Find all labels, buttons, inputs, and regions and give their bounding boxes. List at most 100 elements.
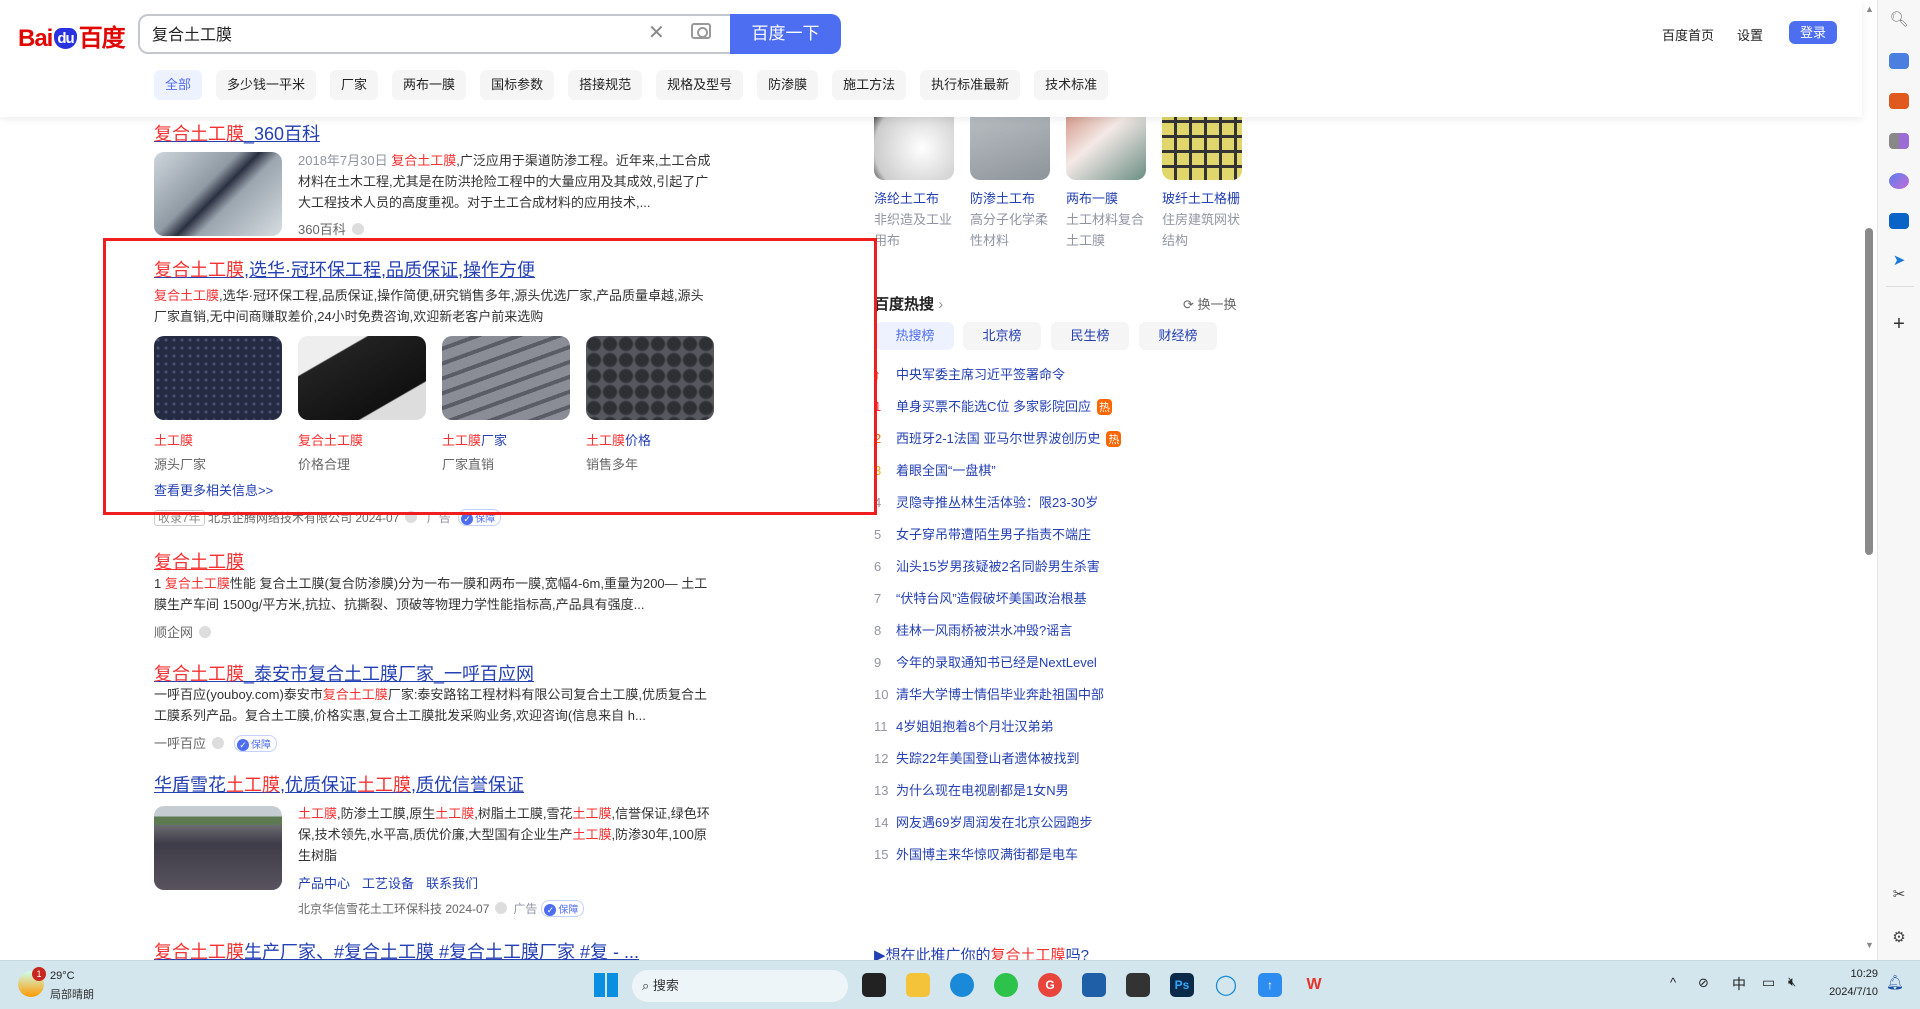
add-icon[interactable]: + <box>1889 314 1909 334</box>
tab-hot[interactable]: 热搜榜 <box>876 322 954 350</box>
hot-list-item[interactable]: 9 今年的录取通知书已经是NextLevel <box>874 652 1097 671</box>
hot-list-item[interactable]: 13 为什么现在电视剧都是1女N男 <box>874 780 1069 799</box>
hot-list-item[interactable]: 6 汕头15岁男孩疑被2名同龄男生杀害 <box>874 556 1100 575</box>
toolbox-icon[interactable] <box>1889 93 1909 109</box>
login-button[interactable]: 登录 <box>1789 21 1837 44</box>
tab-suggestion[interactable]: 两布一膜 <box>392 70 467 100</box>
hot-list-item[interactable]: 3 着眼全国“一盘棋” <box>874 460 996 479</box>
product-card[interactable]: 玻纤土工格栅 住房建筑网状结构 <box>1162 188 1242 251</box>
result-title[interactable]: 华盾雪花土工膜,优质保证土工膜,质优信誉保证 <box>154 771 524 797</box>
product-card-link[interactable]: 土工膜厂家 <box>442 430 507 449</box>
hot-list-item[interactable]: 11 4岁姐姐抱着8个月壮汉弟弟 <box>874 716 1053 735</box>
hot-item-text[interactable]: 4岁姐姐抱着8个月壮汉弟弟 <box>896 719 1053 734</box>
dropdown-icon[interactable] <box>212 737 225 749</box>
notification-bell-icon[interactable]: 🔔︎ <box>1886 974 1904 991</box>
hot-list-item[interactable]: 2 西班牙2-1法国 亚马尔世界波创历史热 <box>874 428 1122 447</box>
product-card[interactable]: 涤纶土工布 非织造及工业用布 <box>874 188 954 251</box>
hot-item-text[interactable]: 西班牙2-1法国 亚马尔世界波创历史 <box>896 431 1100 446</box>
result-title[interactable]: 复合土工膜_360百科 <box>154 120 320 146</box>
settings-link[interactable]: 设置 <box>1737 25 1763 44</box>
hot-list-item[interactable]: 10 清华大学博士情侣毕业奔赴祖国中部 <box>874 684 1104 703</box>
scroll-up-arrow[interactable]: ▲ <box>1865 4 1874 14</box>
chrome-icon[interactable]: G <box>1038 973 1062 997</box>
tab-suggestion[interactable]: 执行标准最新 <box>920 70 1021 100</box>
send-icon[interactable]: ➤ <box>1889 253 1909 269</box>
file-explorer-icon[interactable] <box>906 973 930 997</box>
scrollbar[interactable]: ▲ ▼ <box>1862 0 1877 960</box>
tab-suggestion[interactable]: 施工方法 <box>832 70 907 100</box>
hot-item-text[interactable]: 着眼全国“一盘棋” <box>896 463 996 478</box>
wechat-icon[interactable] <box>994 973 1018 997</box>
tab-suggestion[interactable]: 厂家 <box>330 70 379 100</box>
hot-item-text[interactable]: “伏特台风”造假破坏美国政治根基 <box>896 591 1087 606</box>
scroll-down-arrow[interactable]: ▼ <box>1865 940 1874 950</box>
hot-list-item[interactable]: 5 女子穿吊带遭陌生男子指责不端庄 <box>874 524 1091 543</box>
network-off-icon[interactable]: ⊘ <box>1698 975 1709 991</box>
tab-livelihood[interactable]: 民生榜 <box>1051 322 1129 350</box>
hot-item-text[interactable]: 灵隐寺推丛林生活体验：限23-30岁 <box>896 495 1098 510</box>
weather-temp[interactable]: 29°C <box>50 970 75 982</box>
hot-item-text[interactable]: 桂林一风雨桥被洪水冲毁?谣言 <box>896 623 1072 638</box>
tab-suggestion[interactable]: 技术标准 <box>1034 70 1109 100</box>
product-card[interactable]: 两布一膜 土工材料复合土工膜 <box>1066 188 1146 251</box>
tab-finance[interactable]: 财经榜 <box>1139 322 1217 350</box>
hot-item-text[interactable]: 单身买票不能选C位 多家影院回应 <box>896 399 1091 414</box>
hot-list-item[interactable]: 7 “伏特台风”造假破坏美国政治根基 <box>874 588 1087 607</box>
photoshop-icon[interactable]: Ps <box>1170 973 1194 997</box>
hot-search-title[interactable]: 百度热搜 › <box>874 293 943 314</box>
tag-icon[interactable] <box>1889 53 1909 69</box>
guarantee-badge[interactable]: 保障 <box>541 900 585 917</box>
search-input[interactable] <box>152 24 632 42</box>
windows-start-icon[interactable] <box>594 973 618 997</box>
sitelink-contact[interactable]: 联系我们 <box>426 873 478 892</box>
clock-time[interactable]: 10:29 <box>1826 968 1878 980</box>
result-title[interactable]: 复合土工膜_泰安市复合土工膜厂家_一呼百应网 <box>154 660 534 686</box>
outlook-icon[interactable] <box>1889 213 1909 229</box>
chat-app-icon[interactable]: ◯ <box>1214 973 1238 997</box>
hot-list-item[interactable]: 4 灵隐寺推丛林生活体验：限23-30岁 <box>874 492 1098 511</box>
scrollbar-thumb[interactable] <box>1865 228 1873 555</box>
baidu-home-link[interactable]: 百度首页 <box>1662 25 1714 44</box>
hot-item-text[interactable]: 失踪22年美国登山者遗体被找到 <box>896 751 1079 766</box>
copilot-icon[interactable] <box>1889 173 1909 189</box>
hot-item-text[interactable]: 汕头15岁男孩疑被2名同龄男生杀害 <box>896 559 1100 574</box>
hot-item-text[interactable]: 外国博主来华惊叹满街都是电车 <box>896 847 1078 862</box>
sitelink-products[interactable]: 产品中心 <box>298 873 350 892</box>
edge-browser-icon[interactable] <box>950 973 974 997</box>
tab-suggestion[interactable]: 搭接规范 <box>568 70 643 100</box>
dropdown-icon[interactable] <box>405 511 418 523</box>
tab-beijing[interactable]: 北京榜 <box>963 322 1041 350</box>
search-icon[interactable]: 🔍︎ <box>1889 12 1909 28</box>
search-button[interactable]: 百度一下 <box>730 14 841 54</box>
hot-list-item[interactable]: 14 网友遇69岁周润发在北京公园跑步 <box>874 812 1092 831</box>
tray-chevron-icon[interactable]: ^ <box>1670 975 1676 990</box>
games-icon[interactable] <box>1889 133 1909 149</box>
product-image[interactable] <box>298 336 426 420</box>
hot-list-item[interactable]: 1 单身买票不能选C位 多家影院回应热 <box>874 396 1113 415</box>
hot-list-item[interactable]: ↑ 中央军委主席习近平签署命令 <box>874 364 1065 383</box>
product-card-link[interactable]: 复合土工膜 <box>298 430 363 449</box>
hot-item-text[interactable]: 为什么现在电视剧都是1女N男 <box>896 783 1069 798</box>
product-card-link[interactable]: 土工膜价格 <box>586 430 651 449</box>
task-view-icon[interactable] <box>862 973 886 997</box>
camera-icon[interactable] <box>691 23 711 39</box>
display-icon[interactable]: ▭ <box>1762 974 1775 991</box>
hot-list-item[interactable]: 12 失踪22年美国登山者遗体被找到 <box>874 748 1079 767</box>
hot-list-item[interactable]: 8 桂林一风雨桥被洪水冲毁?谣言 <box>874 620 1072 639</box>
hot-list-item[interactable]: 15 外国博主来华惊叹满街都是电车 <box>874 844 1078 863</box>
product-image[interactable] <box>586 336 714 420</box>
sitelink-equipment[interactable]: 工艺设备 <box>362 873 414 892</box>
baidu-logo[interactable]: Bai du 百度 <box>18 18 126 53</box>
taskbar-search[interactable]: ⌕ 搜索 <box>632 970 848 1002</box>
hot-item-text[interactable]: 女子穿吊带遭陌生男子指责不端庄 <box>896 527 1091 542</box>
wps-icon[interactable]: W <box>1302 973 1326 997</box>
ime-indicator[interactable]: 中 <box>1732 974 1746 994</box>
hot-item-text[interactable]: 网友遇69岁周润发在北京公园跑步 <box>896 815 1092 830</box>
clock-date[interactable]: 2024/7/10 <box>1818 986 1878 998</box>
weather-desc[interactable]: 局部晴朗 <box>50 986 94 1002</box>
guarantee-badge[interactable]: 保障 <box>458 509 502 526</box>
dropdown-icon[interactable] <box>495 902 508 914</box>
product-image[interactable] <box>154 336 282 420</box>
volume-muted-icon[interactable]: 🔇︎ <box>1788 974 1796 990</box>
product-image[interactable] <box>442 336 570 420</box>
